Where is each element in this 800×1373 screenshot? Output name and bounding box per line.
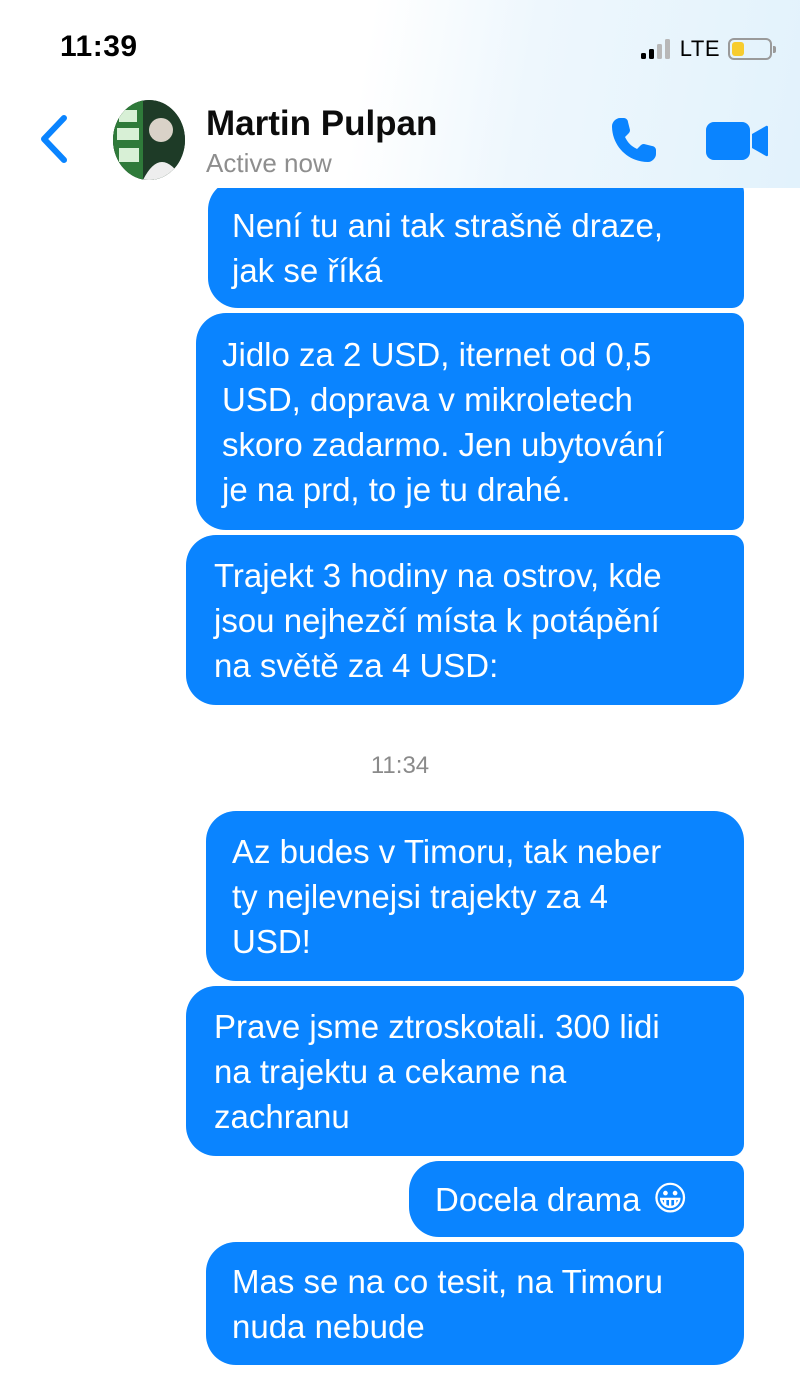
avatar-image (113, 100, 185, 180)
avatar[interactable] (113, 100, 185, 180)
message-bubble[interactable]: Prave jsme ztroskotali. 300 lidi na traj… (186, 986, 744, 1156)
message-bubble[interactable]: Není tu ani tak strašně draze, jak se ří… (208, 180, 744, 308)
message-bubble[interactable]: Jidlo za 2 USD, iternet od 0,5 USD, dopr… (196, 313, 744, 530)
message-text: Docela drama (435, 1180, 641, 1218)
video-call-button[interactable] (704, 118, 770, 164)
message-bubble[interactable]: Mas se na co tesit, na Timoru nuda nebud… (206, 1242, 744, 1365)
video-camera-icon (706, 122, 768, 160)
phone-icon (612, 118, 656, 162)
audio-call-button[interactable] (606, 112, 662, 168)
contact-status: Active now (206, 148, 332, 178)
battery-icon (728, 38, 776, 60)
message-bubble[interactable]: Docela drama 😀 (409, 1161, 744, 1237)
message-bubble[interactable]: Az budes v Timoru, tak neber ty nejlevne… (206, 811, 744, 981)
chevron-left-icon (41, 115, 67, 163)
chat-header: 11:39 LTE Martin Pulpan Active now (0, 0, 800, 188)
signal-strength-icon (640, 39, 670, 59)
message-timestamp: 11:34 (370, 752, 430, 779)
network-type: LTE (679, 36, 720, 61)
back-button[interactable] (36, 112, 76, 166)
grinning-face-emoji: 😀 (652, 1180, 688, 1218)
contact-name[interactable]: Martin Pulpan (206, 104, 437, 144)
status-time: 11:39 (60, 30, 138, 63)
message-bubble[interactable]: Trajekt 3 hodiny na ostrov, kde jsou nej… (186, 535, 744, 705)
status-indicators: LTE (640, 34, 776, 64)
